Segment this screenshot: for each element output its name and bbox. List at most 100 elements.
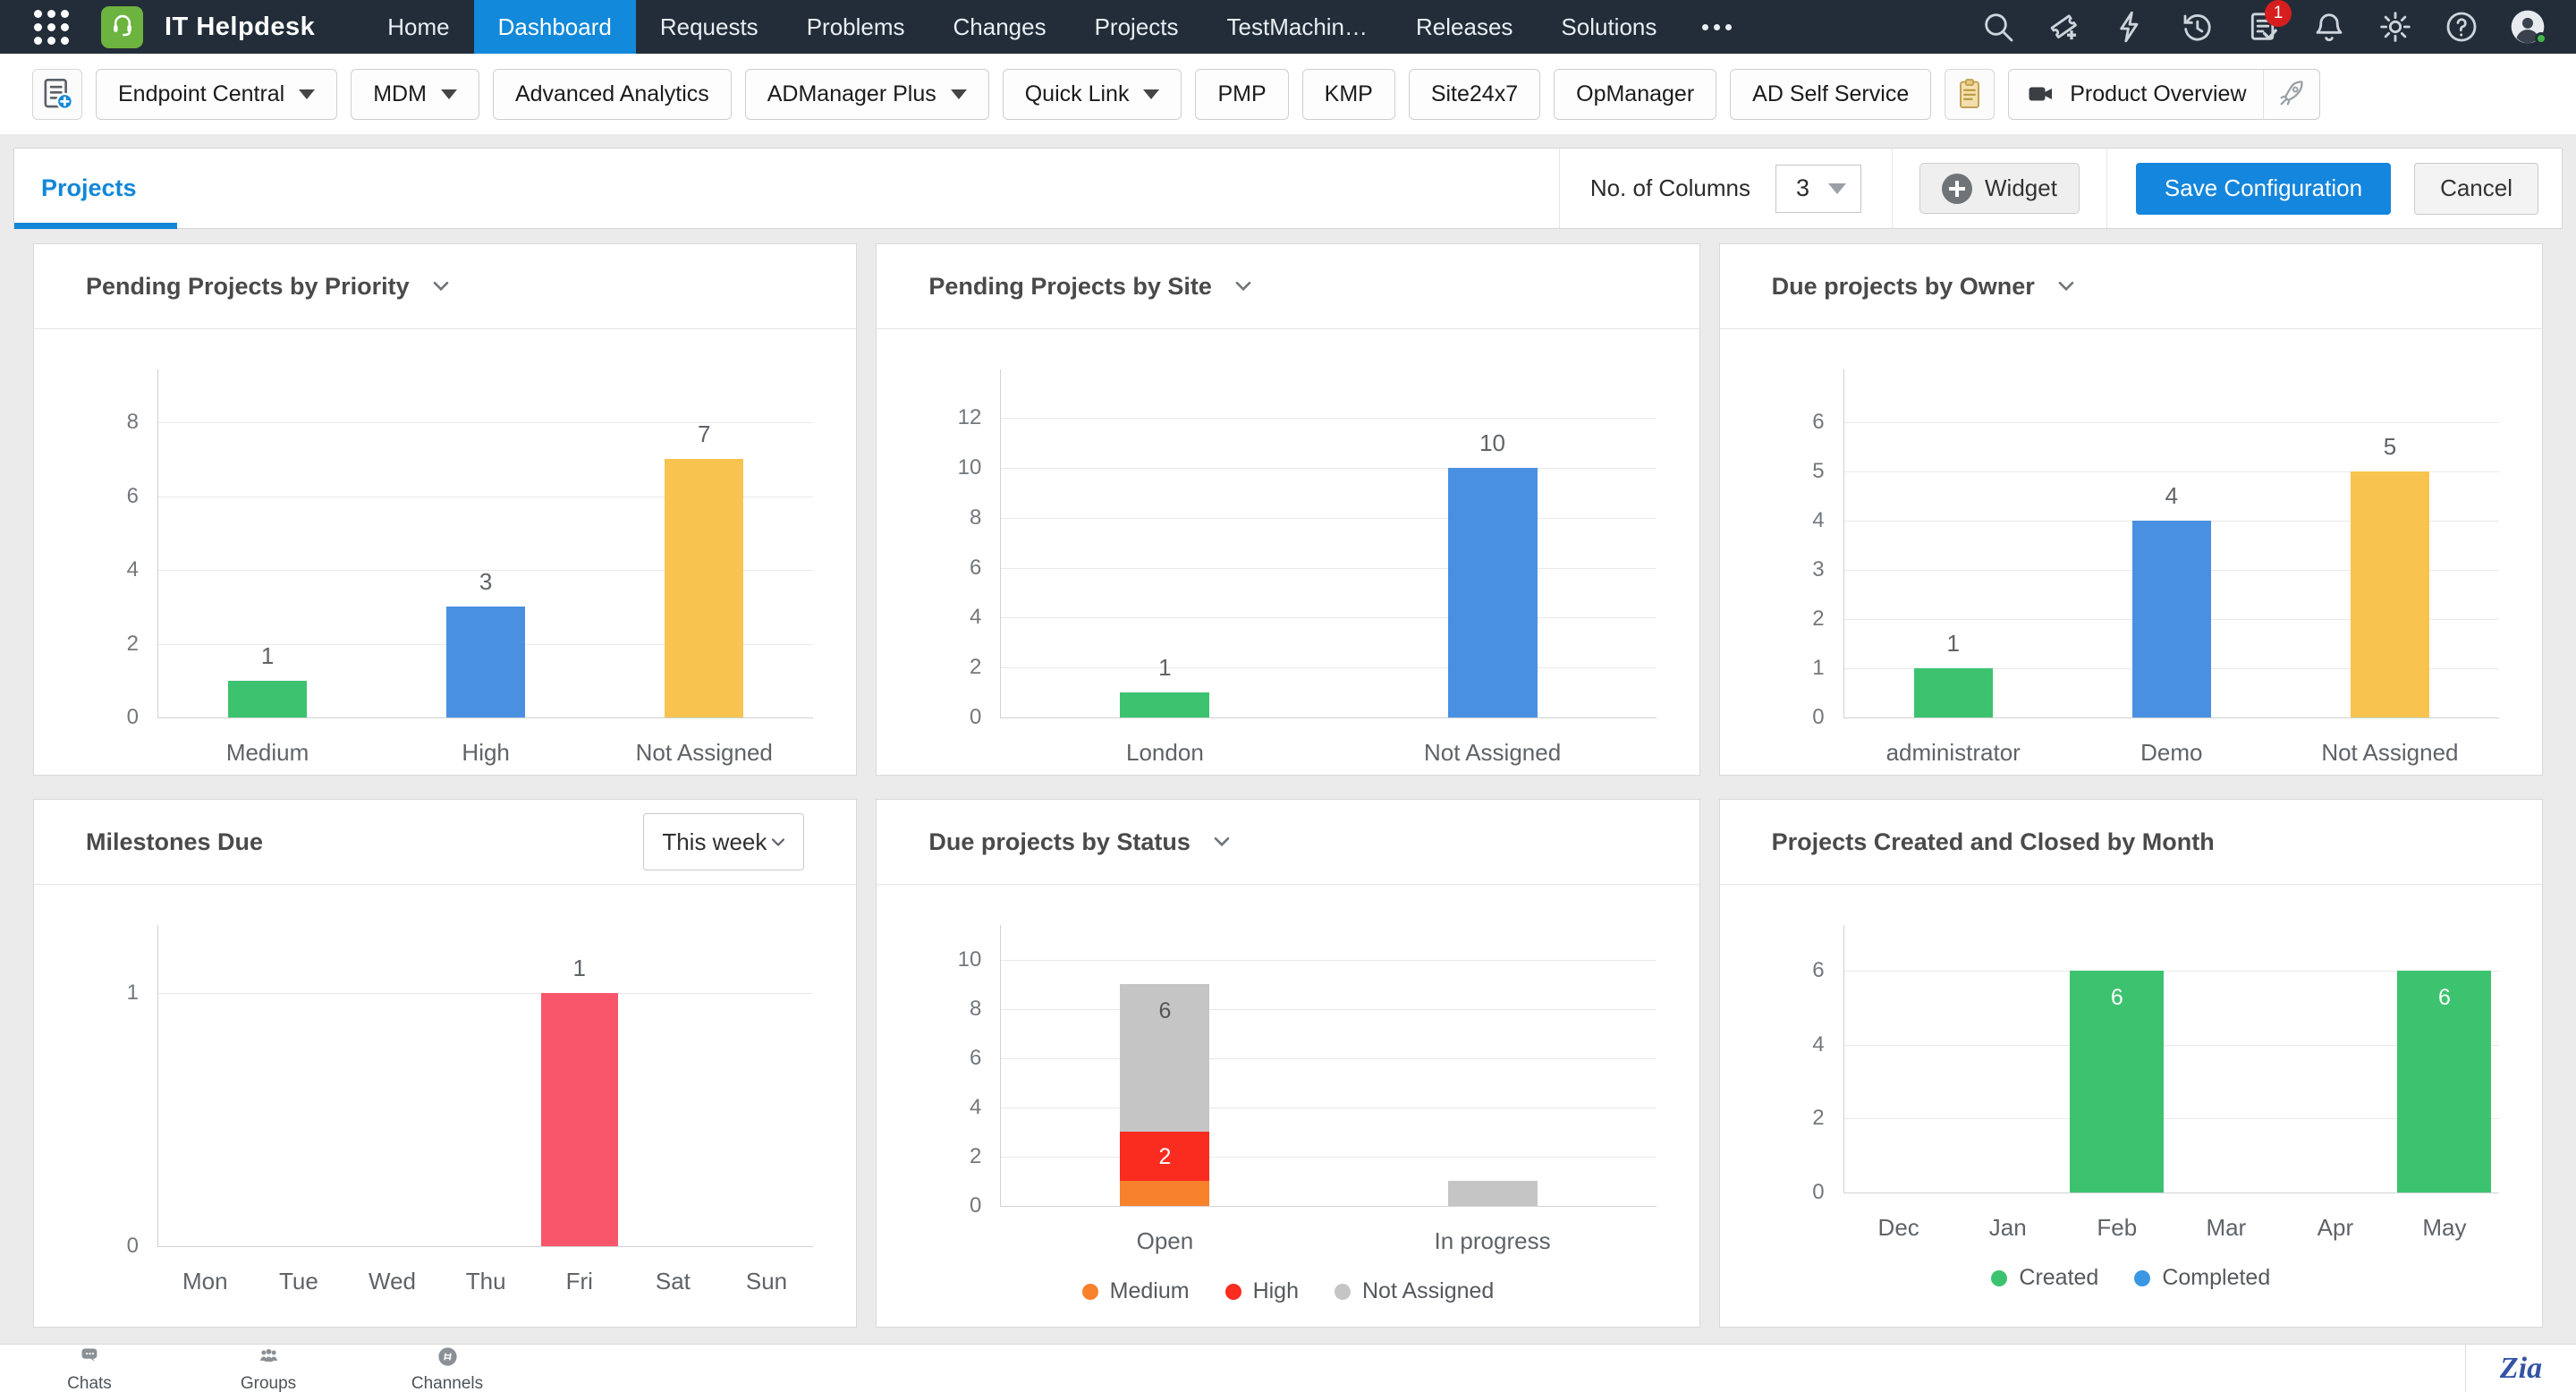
bar[interactable] [228,681,308,717]
cancel-button[interactable]: Cancel [2414,162,2538,215]
widget-projects-created-closed-by-month: Projects Created and Closed by Month 0 2 4… [1718,799,2543,1328]
ad-self-service-button[interactable]: AD Self Service [1730,68,1932,120]
footer-channels[interactable]: Channels [358,1345,537,1392]
rocket-icon[interactable] [2262,69,2319,119]
apps-grid-icon[interactable] [34,9,69,45]
quick-link-button[interactable]: Quick Link [1002,68,1182,120]
advanced-analytics-button[interactable]: Advanced Analytics [492,68,732,120]
bar[interactable] [446,607,526,717]
mdm-button[interactable]: MDM [351,68,479,120]
product-name: IT Helpdesk [165,12,316,41]
widget-due-projects-by-status: Due projects by Status 0 2 4 6 8 10 Open 2 6 In p… [876,799,1700,1328]
nav-testmachine[interactable]: TestMachin… [1203,0,1393,54]
footer-chats[interactable]: Chats [0,1345,179,1392]
add-dashboard-icon[interactable] [32,68,82,120]
chevron-down-icon[interactable] [1232,275,1255,298]
nav-dashboard[interactable]: Dashboard [473,0,636,54]
bar[interactable] [1447,1181,1538,1206]
legend-item: Created [1991,1265,2098,1291]
tab-projects[interactable]: Projects [14,149,177,229]
milestones-period-select[interactable]: This week [643,813,805,870]
chart-legend: Created Completed [1720,1265,2542,1291]
opmanager-button[interactable]: OpManager [1554,68,1717,120]
channels-hash-icon [436,1345,460,1373]
dashboard-tab-bar: Projects No. of Columns 3 Widget Save Co… [13,148,2563,229]
y-tick-label: 6 [969,555,982,580]
save-configuration-button[interactable]: Save Configuration [2135,162,2392,215]
legend-label: High [1252,1278,1299,1303]
bar[interactable] [2131,521,2211,717]
help-icon[interactable] [2444,9,2479,45]
x-category-label: Sun [745,1268,788,1294]
x-category-label: Not Assigned [2321,739,2459,766]
main-nav: Home Dashboard Requests Problems Changes… [363,0,1753,54]
bar-value-label: 7 [698,420,711,447]
nav-home[interactable]: Home [363,0,473,54]
bar-value-label: 1 [1158,654,1172,681]
clipboard-icon[interactable] [1945,68,1996,120]
y-tick-label: 0 [126,705,139,729]
bar[interactable] [1913,668,1993,717]
quick-actions-icon[interactable] [2113,9,2148,45]
y-tick-label: 4 [1812,508,1825,532]
nav-solutions[interactable]: Solutions [1537,0,1681,54]
avatar[interactable] [2510,9,2547,45]
nav-more-icon[interactable] [1681,0,1753,54]
site24x7-button[interactable]: Site24x7 [1408,68,1541,120]
widget-grid: Pending Projects by Priority 0 2 4 6 8 Medium… [0,229,2576,1328]
endpoint-central-button[interactable]: Endpoint Central [96,68,338,120]
bar[interactable] [2350,471,2429,717]
bar-chart: 0 1 Mon Tue Wed Thu Fri 1 Sat Sun [127,925,814,1294]
segment-value-label: 6 [2110,985,2123,1010]
admanager-plus-button[interactable]: ADManager Plus [744,68,989,120]
nav-problems[interactable]: Problems [783,0,929,54]
zia-assistant[interactable]: Zia [2465,1345,2576,1392]
history-icon[interactable] [2179,9,2215,45]
approvals-icon[interactable]: 1 [2245,0,2292,45]
y-tick-label: 0 [126,1234,139,1258]
integrations-toolbar: Endpoint Central MDM Advanced Analytics … [0,54,2576,134]
bar[interactable] [665,459,744,717]
grid-line [1001,517,1657,519]
chevron-down-icon[interactable] [429,275,453,298]
legend-dot [2134,1269,2151,1286]
nav-requests[interactable]: Requests [636,0,783,54]
bar-value-label: 3 [479,568,493,595]
bar[interactable] [1120,1181,1210,1206]
bar[interactable] [1447,468,1538,717]
x-category-label: Sat [655,1268,691,1294]
bar-value-label: 4 [2165,482,2179,509]
y-tick-label: 10 [957,947,982,972]
nav-changes[interactable]: Changes [929,0,1071,54]
y-tick-label: 6 [1812,410,1825,434]
bell-icon[interactable] [2311,9,2347,45]
x-category-label: Jan [1988,1214,2027,1241]
grid-line [1001,1058,1657,1059]
y-tick-label: 6 [126,483,139,508]
y-tick-label: 5 [1812,459,1825,483]
y-tick-label: 6 [969,1046,982,1070]
search-icon[interactable] [1980,9,2016,45]
y-tick-label: 12 [957,405,982,429]
kmp-button[interactable]: KMP [1301,68,1395,120]
nav-releases[interactable]: Releases [1392,0,1537,54]
bar[interactable] [1120,692,1210,717]
pmp-button[interactable]: PMP [1195,68,1289,120]
add-widget-button[interactable]: Widget [1919,163,2080,214]
gear-icon[interactable] [2377,9,2413,45]
caret-down-icon [299,89,316,99]
y-tick-label: 4 [969,1095,982,1119]
x-category-label: Apr [2317,1214,2354,1241]
columns-select[interactable]: 3 [1775,164,1861,213]
chat-footer: Chats Groups Channels Zia [0,1344,2576,1392]
footer-groups[interactable]: Groups [179,1345,358,1392]
product-overview-button[interactable]: Product Overview [2008,68,2320,120]
caret-down-icon [950,89,967,99]
widget-title: Pending Projects by Priority [86,272,410,300]
chevron-down-icon[interactable] [1210,830,1233,853]
nav-projects[interactable]: Projects [1071,0,1203,54]
bar[interactable] [540,993,618,1246]
page: IT Helpdesk Home Dashboard Requests Prob… [0,0,2576,1392]
add-ticket-icon[interactable] [2046,9,2082,45]
chevron-down-icon[interactable] [2055,275,2078,298]
